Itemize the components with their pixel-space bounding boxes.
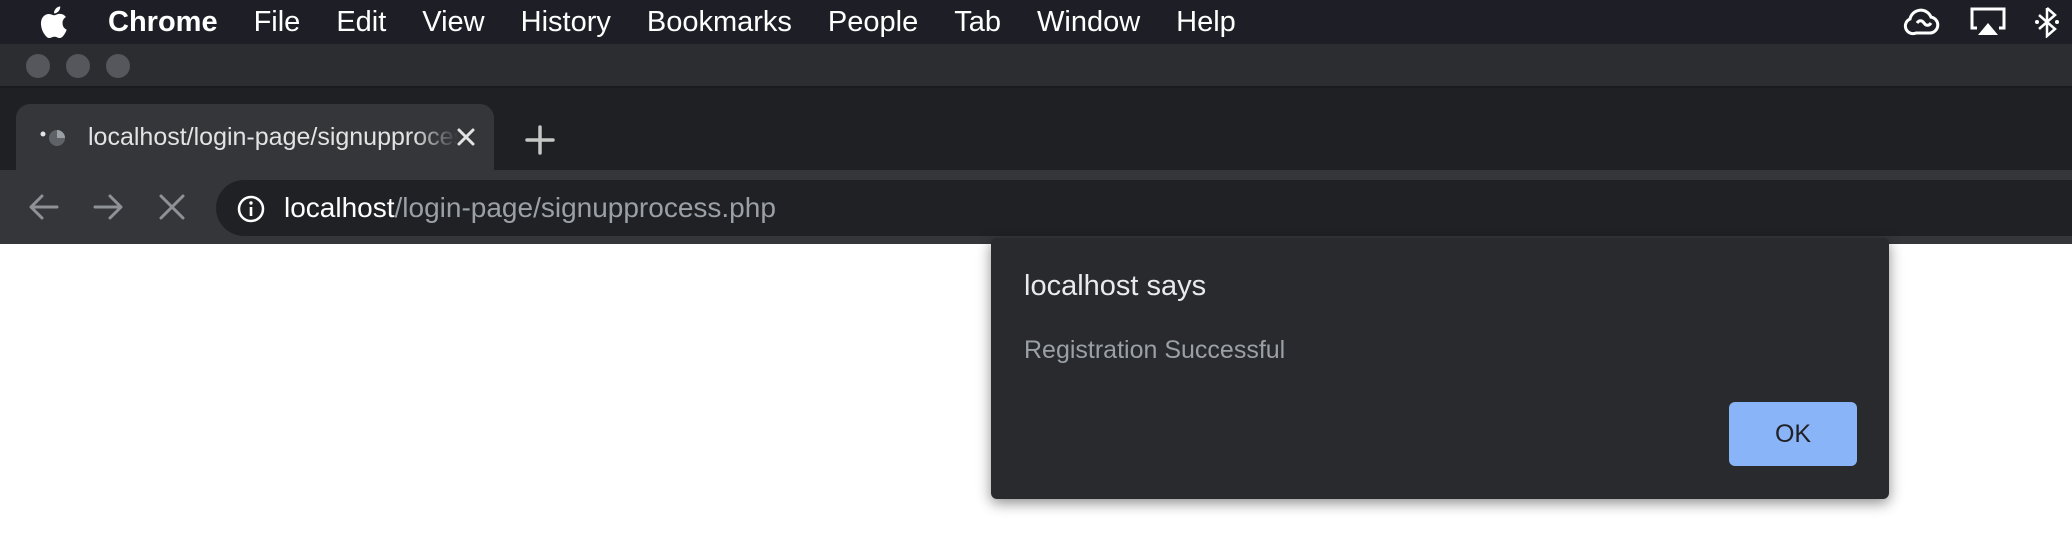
macos-menu-bar: Chrome File Edit View History Bookmarks … [0, 0, 2072, 44]
arrow-right-icon [93, 194, 123, 220]
site-info-icon[interactable] [236, 194, 266, 224]
close-icon [159, 194, 185, 220]
dialog-title: localhost says [1024, 270, 1207, 302]
menu-file[interactable]: File [236, 0, 319, 44]
dialog-message: Registration Successful [1024, 336, 1286, 364]
tab-strip: localhost/login-page/signupprocess.php [0, 88, 2072, 170]
menu-help[interactable]: Help [1158, 0, 1254, 44]
minimize-window-button[interactable] [66, 54, 90, 78]
zoom-window-button[interactable] [106, 54, 130, 78]
creative-cloud-icon[interactable] [1902, 0, 1942, 44]
url-text[interactable]: localhost/login-page/signupprocess.php [284, 180, 776, 236]
menu-window[interactable]: Window [1019, 0, 1158, 44]
menu-history[interactable]: History [503, 0, 629, 44]
back-button[interactable] [26, 189, 62, 225]
menu-bookmarks[interactable]: Bookmarks [629, 0, 810, 44]
tab-title: localhost/login-page/signupprocess.php [88, 123, 458, 151]
ok-button[interactable]: OK [1729, 402, 1857, 466]
alert-dialog: localhost says Registration Successful O… [991, 238, 1889, 499]
new-tab-button[interactable] [522, 122, 558, 158]
menu-app-chrome[interactable]: Chrome [108, 0, 236, 44]
forward-button[interactable] [90, 189, 126, 225]
url-host: localhost [284, 192, 395, 223]
menu-edit[interactable]: Edit [318, 0, 404, 44]
close-tab-icon[interactable] [452, 123, 480, 151]
menu-view[interactable]: View [404, 0, 502, 44]
close-window-button[interactable] [26, 54, 50, 78]
menu-tab[interactable]: Tab [936, 0, 1019, 44]
loading-spinner-icon [38, 122, 68, 152]
apple-menu-icon[interactable] [0, 0, 108, 44]
browser-toolbar: localhost/login-page/signupprocess.php [0, 170, 2072, 244]
window-titlebar [0, 44, 2072, 88]
menu-people[interactable]: People [810, 0, 936, 44]
bluetooth-icon[interactable] [2032, 0, 2062, 44]
arrow-left-icon [29, 194, 59, 220]
stop-loading-button[interactable] [154, 189, 190, 225]
url-path: /login-page/signupprocess.php [394, 192, 776, 223]
airplay-icon[interactable] [1968, 0, 2008, 44]
browser-tab[interactable]: localhost/login-page/signupprocess.php [16, 104, 494, 170]
address-bar[interactable]: localhost/login-page/signupprocess.php [216, 180, 2072, 236]
